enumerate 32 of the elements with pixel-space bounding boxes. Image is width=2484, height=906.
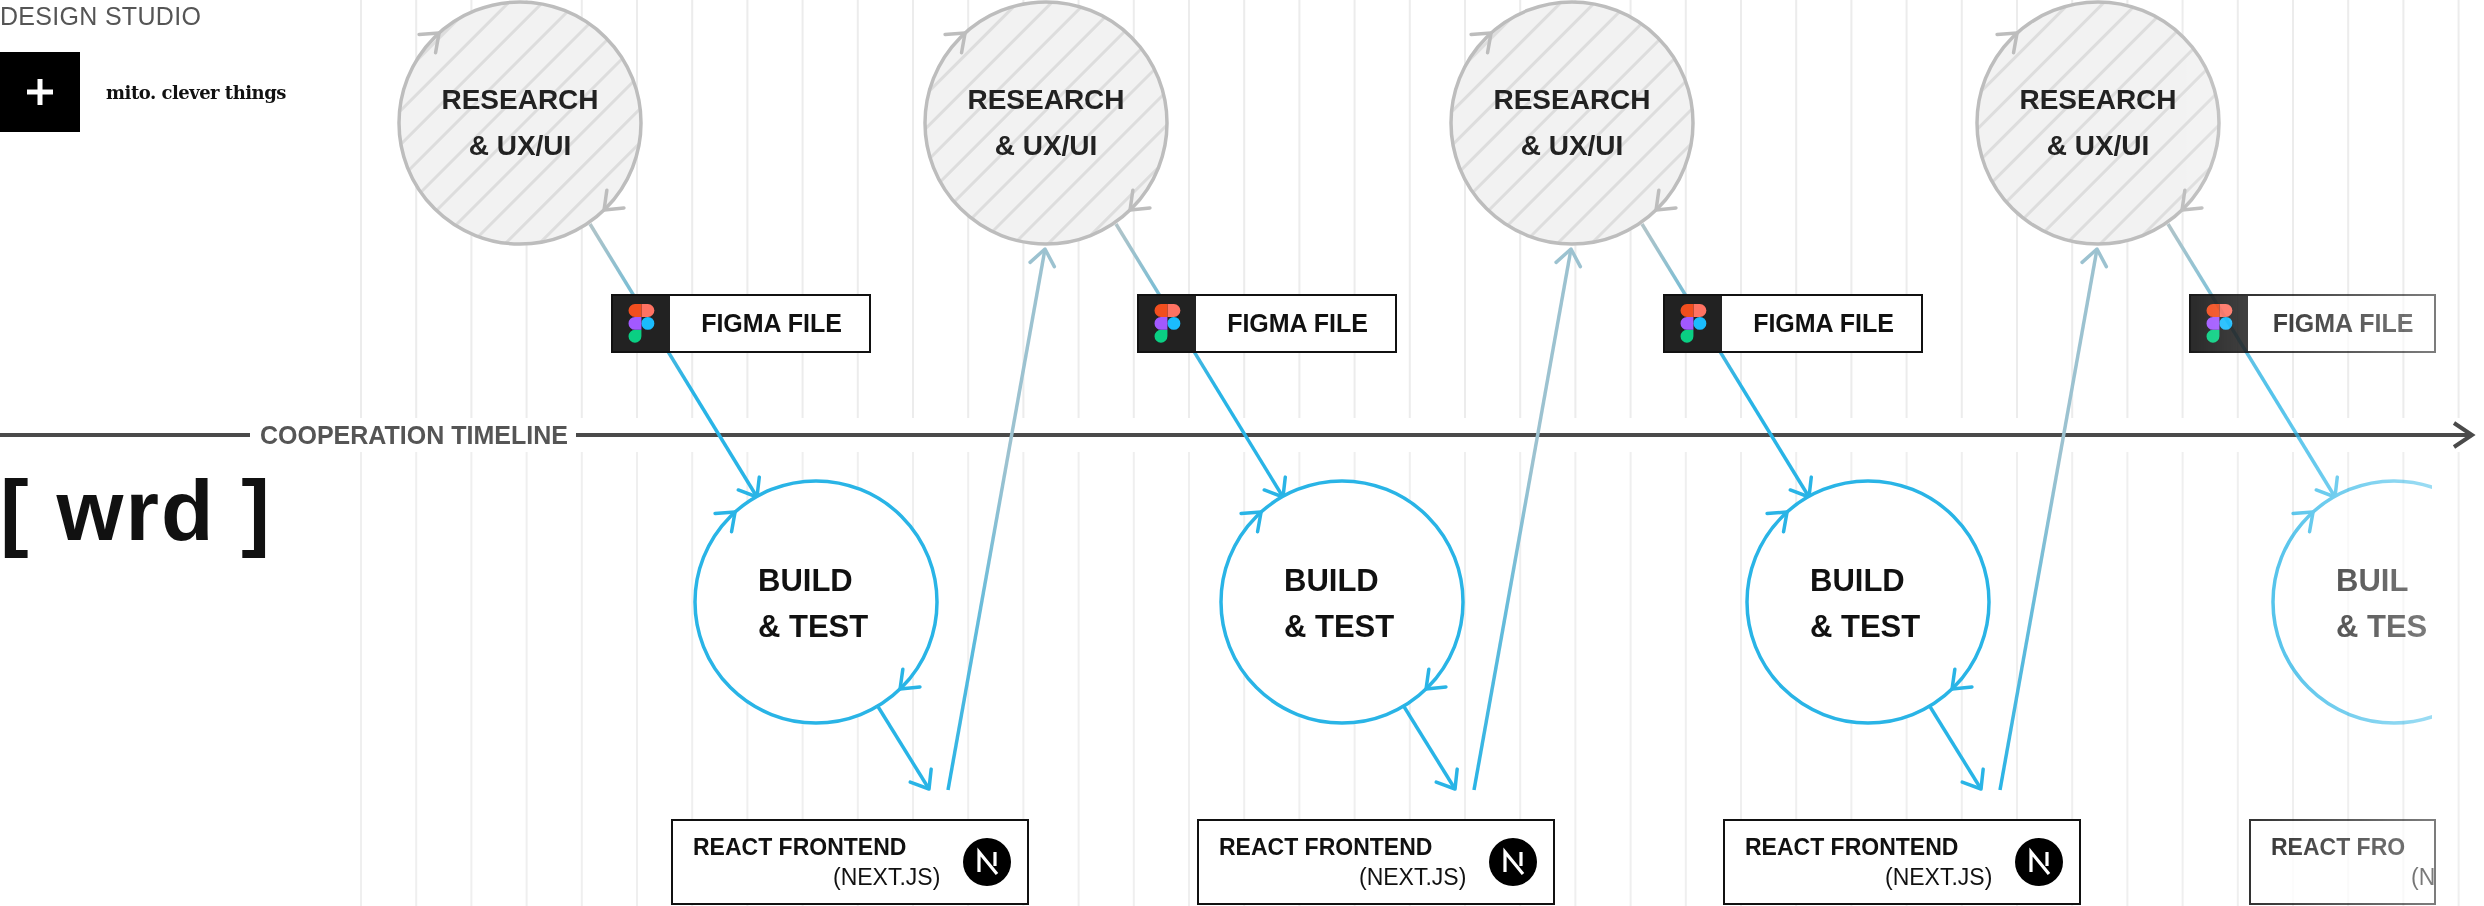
frontend-subtitle: (NEXT.JS) <box>833 863 942 892</box>
frontend-subtitle: (NEXT.JS) <box>1359 863 1468 892</box>
file-label-text: FIGMA FILE <box>700 309 843 338</box>
circle-label: BUIL & TES <box>2336 562 2428 646</box>
circle-label: BUILD & TEST <box>1810 562 1921 646</box>
file-label-text: FIGMA FILE <box>1752 309 1895 338</box>
next-logo-icon <box>963 838 1011 886</box>
frontend-title: REACT FRONTEND <box>693 833 908 862</box>
circle-label: RESEARCH & UX/UI <box>2018 83 2178 163</box>
figma-icon <box>2191 296 2248 351</box>
timeline-label: COOPERATION TIMELINE <box>260 420 568 450</box>
brand-logo: [ wrd ] <box>0 462 272 558</box>
frontend-subtitle: (NEXT.JS) <box>1885 863 1994 892</box>
circle-label: BUILD & TEST <box>758 562 869 646</box>
figma-icon <box>1665 296 1722 351</box>
circle-label: RESEARCH & UX/UI <box>440 83 600 163</box>
frontend-title: REACT FRO <box>2271 833 2407 862</box>
plus-icon <box>0 52 80 132</box>
studio-label: DESIGN STUDIO <box>0 1 202 32</box>
circle-label: BUILD & TEST <box>1284 562 1395 646</box>
circle-label: RESEARCH & UX/UI <box>966 83 1126 163</box>
frontend-title: REACT FRONTEND <box>1219 833 1434 862</box>
frontend-title: REACT FRONTEND <box>1745 833 1960 862</box>
circle-label: RESEARCH & UX/UI <box>1492 83 1652 163</box>
file-label-text: FIGMA FILE <box>2271 309 2415 338</box>
next-logo-icon <box>1489 838 1537 886</box>
frontend-subtitle: (N <box>2411 863 2434 892</box>
figma-icon <box>613 296 670 351</box>
figma-icon <box>1139 296 1196 351</box>
next-logo-icon <box>2015 838 2063 886</box>
partner-name: mito. clever things <box>106 81 286 103</box>
file-label-text: FIGMA FILE <box>1226 309 1369 338</box>
